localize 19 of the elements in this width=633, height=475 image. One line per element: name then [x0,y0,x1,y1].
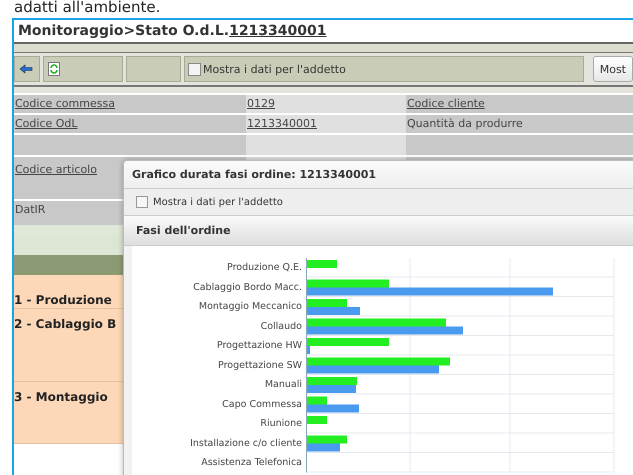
phase-name: 1 - Produzione [14,293,112,307]
field-label: Quantità da produrre [406,115,633,133]
phase-name: 3 - Montaggio [14,390,108,404]
category-label: Collaudo [260,320,303,334]
checkbox-label: Mostra i dati per l'addetto [203,62,346,76]
category-label: Produzione Q.E. [226,261,303,275]
caption-text: adatti all'ambiente. [13,0,162,18]
category-label: Montaggio Meccanico [198,300,303,314]
category-label: Installazione c/o cliente [189,436,303,450]
category-label: Cablaggio Bordo Macc. [192,280,303,294]
category-label: Riunione [259,417,303,431]
phase-name: 2 - Cablaggio B [14,317,116,331]
category-label: Progettazione HW [216,339,303,353]
dialog-title: Grafico durata fasi ordine: 1213340001 [124,161,633,189]
category-label: Manuali [264,378,303,392]
section-header: Fasi dell'ordine [124,216,633,246]
category-label: Capo Commessa [221,398,303,412]
category-label: Assistenza Telefonica [200,456,303,470]
category-label: Progettazione SW [217,358,303,372]
